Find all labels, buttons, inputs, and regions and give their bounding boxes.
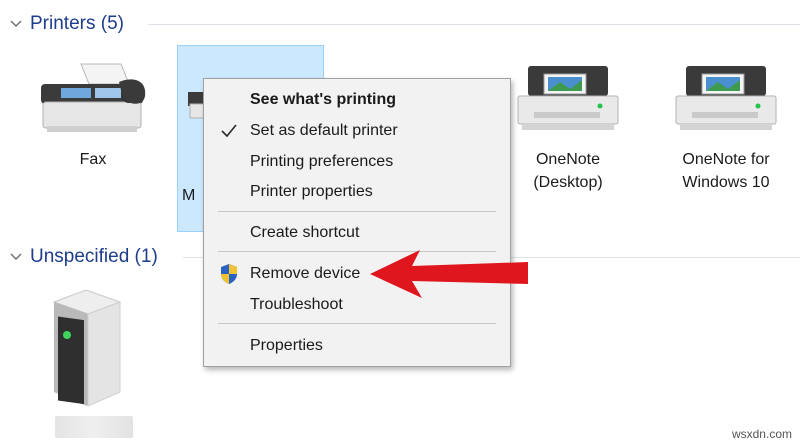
device-label: OneNote for Windows 10 xyxy=(682,151,770,191)
menu-separator xyxy=(218,323,496,324)
chevron-down-icon[interactable] xyxy=(8,249,24,265)
unspecified-group-title: Unspecified (1) xyxy=(30,246,158,267)
device-label: M xyxy=(182,187,196,204)
uac-shield-icon xyxy=(221,264,237,284)
menu-item-create-shortcut[interactable]: Create shortcut xyxy=(204,219,510,247)
red-arrow-annotation xyxy=(370,250,528,298)
device-onenote-windows10[interactable]: OneNote for Windows 10 xyxy=(656,62,796,194)
chevron-down-icon[interactable] xyxy=(8,16,24,32)
device-label: OneNote (Desktop) xyxy=(533,151,603,191)
printers-group-header[interactable]: Printers (5) xyxy=(8,11,800,37)
device-label: Fax xyxy=(79,151,107,168)
printer-icon xyxy=(675,66,777,130)
printers-group-title: Printers (5) xyxy=(30,13,124,34)
group-divider xyxy=(148,24,800,25)
device-fax[interactable]: Fax xyxy=(23,62,163,171)
watermark: wsxdn.com xyxy=(731,427,792,441)
device-onenote-desktop[interactable]: OneNote (Desktop) xyxy=(498,62,638,194)
menu-item-properties[interactable]: Properties xyxy=(204,332,510,360)
menu-item-printing-preferences[interactable]: Printing preferences xyxy=(204,148,510,176)
menu-separator xyxy=(218,211,496,212)
device-unspecified[interactable] xyxy=(40,288,130,413)
context-menu: See what's printing Set as default print… xyxy=(203,78,511,367)
fax-icon xyxy=(41,63,146,132)
check-icon xyxy=(221,124,237,138)
blurred-device-name xyxy=(55,416,133,438)
menu-item-see-whats-printing[interactable]: See what's printing xyxy=(204,86,510,114)
printer-icon xyxy=(517,66,619,130)
menu-item-set-default-printer[interactable]: Set as default printer xyxy=(204,117,510,145)
computer-tower-icon xyxy=(52,289,122,407)
menu-item-printer-properties[interactable]: Printer properties xyxy=(204,178,510,206)
